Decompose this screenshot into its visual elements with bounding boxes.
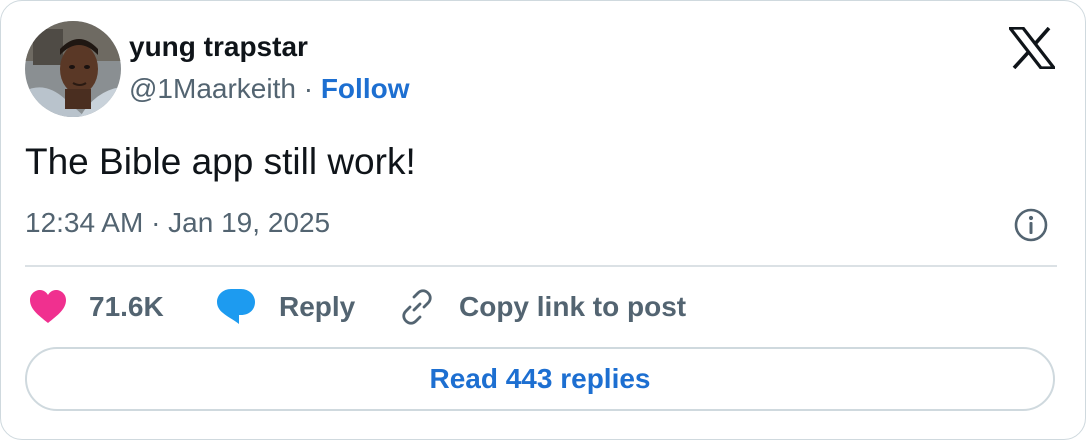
like-count: 71.6K [89, 291, 164, 322]
like-button[interactable]: 71.6K [29, 287, 164, 327]
speech-bubble-icon [217, 289, 255, 324]
author-handle-row: @1Maarkeith · Follow [129, 73, 409, 105]
info-icon[interactable] [1013, 207, 1049, 243]
read-replies-button[interactable]: Read 443 replies [25, 347, 1055, 411]
author-handle[interactable]: @1Maarkeith [129, 73, 296, 104]
tweet-card: yung trapstar @1Maarkeith · Follow The B… [0, 0, 1086, 440]
heart-icon [30, 290, 66, 323]
author-name[interactable]: yung trapstar [129, 31, 308, 63]
copy-link-button[interactable]: Copy link to post [399, 287, 686, 327]
reply-button[interactable]: Reply [217, 287, 355, 327]
link-icon [402, 289, 432, 325]
follow-button[interactable]: Follow [321, 73, 410, 104]
avatar-photo [25, 21, 121, 117]
author-avatar[interactable] [25, 21, 121, 117]
divider [25, 265, 1057, 267]
tweet-timestamp[interactable]: 12:34 AM · Jan 19, 2025 [25, 207, 330, 239]
tweet-text: The Bible app still work! [25, 141, 416, 182]
copy-link-label: Copy link to post [459, 291, 687, 322]
x-logo-icon[interactable] [1006, 26, 1058, 70]
reply-label: Reply [279, 291, 356, 322]
handle-separator: · [303, 73, 321, 104]
